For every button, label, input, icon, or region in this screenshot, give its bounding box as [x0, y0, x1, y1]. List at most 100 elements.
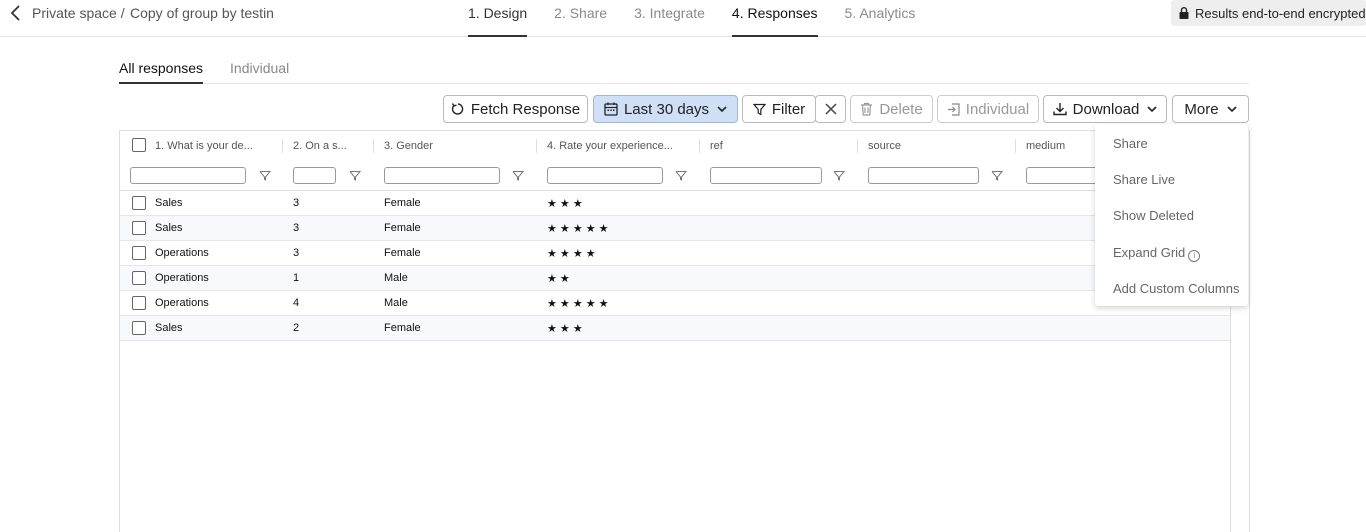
column-resize-handle[interactable] — [282, 139, 283, 153]
cell-department: Sales — [155, 322, 183, 334]
cell-rating-stars: ★ ★ ★ — [547, 323, 583, 335]
department-filter-input[interactable] — [130, 167, 246, 184]
filter-button[interactable]: Filter — [742, 95, 816, 123]
menu-item-expand-grid-label: Expand Grid — [1113, 245, 1186, 260]
filter-icon[interactable] — [349, 170, 361, 182]
menu-item-show-deleted[interactable]: Show Deleted — [1113, 208, 1194, 223]
calendar-icon — [604, 102, 618, 116]
filter-icon[interactable] — [833, 170, 845, 182]
select-all-checkbox[interactable] — [132, 138, 146, 152]
chevron-down-icon — [1227, 105, 1237, 112]
filter-icon[interactable] — [991, 170, 1003, 182]
cell-gender: Female — [384, 222, 421, 234]
table-row[interactable]: Sales 2 Female ★ ★ ★ — [120, 316, 1230, 341]
column-resize-handle[interactable] — [536, 139, 537, 153]
medium-filter-input[interactable] — [1026, 167, 1106, 184]
column-resize-handle[interactable] — [699, 139, 700, 153]
column-header-ref[interactable]: ref — [710, 131, 850, 159]
back-chevron-icon[interactable] — [8, 4, 24, 22]
cell-scale: 3 — [293, 222, 300, 234]
main-tabs: 1. Design 2. Share 3. Integrate 4. Respo… — [468, 0, 942, 37]
subtab-all-responses[interactable]: All responses — [119, 60, 204, 84]
row-checkbox[interactable] — [132, 246, 146, 260]
filter-icon[interactable] — [675, 170, 687, 182]
individual-view-button[interactable]: Individual — [937, 95, 1039, 123]
tab-design[interactable]: 1. Design — [468, 0, 528, 37]
download-button[interactable]: Download — [1043, 95, 1167, 123]
filter-icon — [752, 103, 766, 116]
cell-rating-stars: ★ ★ ★ — [547, 198, 583, 210]
cell-scale: 3 — [293, 197, 300, 209]
cell-department: Operations — [155, 272, 209, 284]
cell-scale: 3 — [293, 247, 300, 259]
row-checkbox[interactable] — [132, 321, 146, 335]
delete-button[interactable]: Delete — [850, 95, 933, 123]
cell-rating-stars: ★ ★ ★ ★ ★ — [547, 298, 609, 310]
table-row[interactable]: Operations 4 Male ★ ★ ★ ★ ★ — [120, 291, 1230, 316]
refresh-icon — [451, 103, 464, 115]
breadcrumb-space[interactable]: Private space / — [32, 5, 125, 21]
scale-filter-input[interactable] — [293, 167, 336, 184]
subtab-individual[interactable]: Individual — [230, 60, 289, 84]
grid-filter-row — [120, 159, 1230, 191]
row-checkbox[interactable] — [132, 271, 146, 285]
menu-item-expand-grid[interactable]: Expand Grid i — [1113, 245, 1201, 262]
download-icon — [1052, 103, 1067, 116]
grid-header-row: 1. What is your de... 2. On a s... 3. Ge… — [120, 131, 1230, 159]
filter-icon[interactable] — [512, 170, 524, 182]
column-header-scale[interactable]: 2. On a s... — [293, 131, 373, 159]
date-range-button[interactable]: Last 30 days — [593, 95, 738, 123]
source-filter-input[interactable] — [868, 167, 979, 184]
column-resize-handle[interactable] — [373, 139, 374, 153]
tab-share[interactable]: 2. Share — [554, 0, 607, 37]
row-checkbox[interactable] — [132, 221, 146, 235]
rating-filter-input[interactable] — [547, 167, 663, 184]
tab-integrate[interactable]: 3. Integrate — [634, 0, 705, 37]
cell-gender: Female — [384, 322, 421, 334]
breadcrumb-form-title: Copy of group by testin — [130, 5, 274, 21]
tab-responses[interactable]: 4. Responses — [731, 0, 818, 37]
column-resize-handle[interactable] — [857, 139, 858, 153]
column-header-gender[interactable]: 3. Gender — [384, 131, 534, 159]
filter-icon[interactable] — [259, 170, 271, 182]
cell-scale: 2 — [293, 322, 300, 334]
clear-filter-button[interactable] — [815, 95, 846, 123]
fetch-response-button[interactable]: Fetch Response — [443, 95, 588, 123]
ref-filter-input[interactable] — [710, 167, 822, 184]
menu-item-share[interactable]: Share — [1113, 136, 1148, 151]
cell-rating-stars: ★ ★ — [547, 273, 570, 285]
table-row[interactable]: Operations 1 Male ★ ★ — [120, 266, 1230, 291]
menu-item-add-custom-columns[interactable]: Add Custom Columns — [1113, 281, 1239, 296]
info-icon: i — [1188, 250, 1201, 262]
row-checkbox[interactable] — [132, 296, 146, 310]
row-checkbox[interactable] — [132, 196, 146, 210]
top-bar: Private space / Copy of group by testin … — [0, 0, 1366, 37]
gender-filter-input[interactable] — [384, 167, 500, 184]
more-button[interactable]: More — [1172, 95, 1249, 123]
cell-department: Operations — [155, 297, 209, 309]
menu-item-share-live[interactable]: Share Live — [1113, 172, 1175, 187]
chevron-down-icon — [717, 105, 727, 112]
cell-scale: 4 — [293, 297, 300, 309]
column-header-source[interactable]: source — [868, 131, 1008, 159]
column-header-rating[interactable]: 4. Rate your experience... — [547, 131, 697, 159]
cell-department: Operations — [155, 247, 209, 259]
cell-department: Sales — [155, 222, 183, 234]
column-resize-handle[interactable] — [1015, 139, 1016, 153]
open-panel-icon — [947, 102, 960, 116]
table-row[interactable]: Sales 3 Female ★ ★ ★ — [120, 191, 1230, 216]
response-view-tabs: All responses Individual — [119, 60, 1249, 84]
column-header-medium[interactable]: medium — [1026, 131, 1106, 159]
table-row[interactable]: Operations 3 Female ★ ★ ★ ★ — [120, 241, 1230, 266]
table-row[interactable]: Sales 3 Female ★ ★ ★ ★ ★ — [120, 216, 1230, 241]
encryption-badge: Results end-to-end encrypted — [1171, 0, 1366, 26]
lock-icon — [1179, 7, 1189, 19]
tab-analytics[interactable]: 5. Analytics — [845, 0, 916, 37]
more-dropdown-menu: Share Share Live Show Deleted Expand Gri… — [1095, 124, 1248, 306]
cell-gender: Male — [384, 272, 408, 284]
cell-rating-stars: ★ ★ ★ ★ ★ — [547, 223, 609, 235]
encryption-label: Results end-to-end encrypted — [1195, 5, 1366, 21]
cell-department: Sales — [155, 197, 183, 209]
cell-rating-stars: ★ ★ ★ ★ — [547, 248, 596, 260]
column-header-department[interactable]: 1. What is your de... — [155, 131, 280, 159]
